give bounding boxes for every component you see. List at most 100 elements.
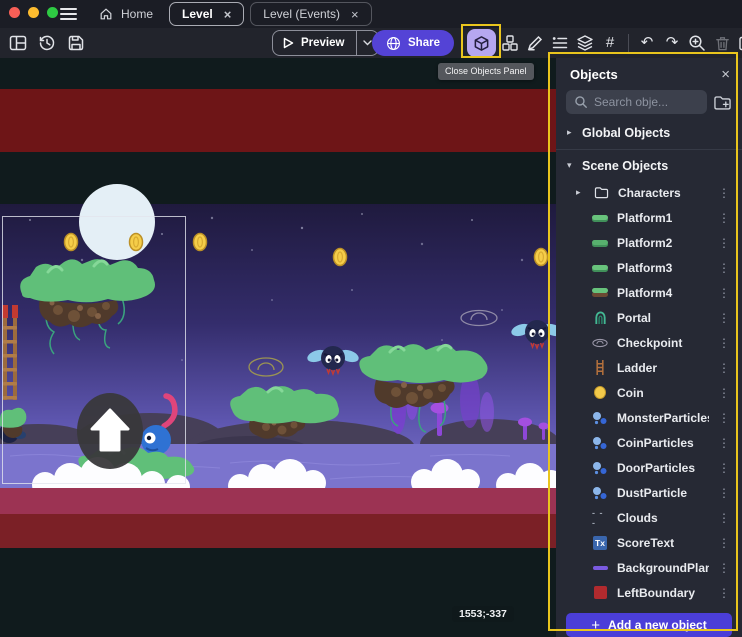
add-new-object-button[interactable]: + Add a new object [566, 613, 732, 637]
kebab-menu-icon[interactable]: ⋮ [718, 586, 730, 600]
preview-label: Preview [301, 37, 344, 49]
kebab-menu-icon[interactable]: ⋮ [718, 236, 730, 250]
object-row-coinparticles[interactable]: CoinParticles ⋮ [556, 430, 742, 455]
close-panel-icon[interactable]: × [721, 66, 730, 83]
coin-icon [592, 386, 608, 399]
object-row-platform2[interactable]: Platform2 ⋮ [556, 230, 742, 255]
group-global-objects[interactable]: ▸ Global Objects [556, 121, 742, 145]
object-row-clouds[interactable]: - - - Clouds ⋮ [556, 505, 742, 530]
checkpoint-icon [592, 338, 608, 348]
rose-boundary-band[interactable] [0, 488, 556, 514]
object-row-portal[interactable]: Portal ⋮ [556, 305, 742, 330]
save-icon[interactable] [66, 33, 86, 53]
kebab-menu-icon[interactable]: ⋮ [718, 261, 730, 275]
history-icon[interactable] [37, 33, 57, 53]
platform-thumbnail-icon [592, 265, 608, 270]
grid-icon[interactable]: # [600, 33, 620, 53]
share-button[interactable]: Share [372, 30, 454, 56]
kebab-menu-icon[interactable]: ⋮ [718, 186, 730, 200]
toolbar-left-icons [8, 33, 86, 53]
object-row-ladder[interactable]: Ladder ⋮ [556, 355, 742, 380]
monster-bat[interactable] [510, 320, 556, 348]
kebab-menu-icon[interactable]: ⋮ [718, 486, 730, 500]
kebab-menu-icon[interactable]: ⋮ [718, 361, 730, 375]
object-row-platform1[interactable]: Platform1 ⋮ [556, 205, 742, 230]
titlebar: Home Level × Level (Events) × [0, 0, 742, 28]
object-row-backgroundplants[interactable]: BackgroundPlants ⋮ [556, 555, 742, 580]
kebab-menu-icon[interactable]: ⋮ [718, 336, 730, 350]
object-row-doorparticles[interactable]: DoorParticles ⋮ [556, 455, 742, 480]
trash-icon[interactable] [712, 33, 732, 53]
tab-home[interactable]: Home [88, 2, 163, 26]
minimize-window-icon[interactable] [28, 7, 39, 18]
group-scene-objects[interactable]: ▾ Scene Objects [556, 154, 742, 178]
text-object-icon: Tx [592, 536, 608, 550]
object-row-scoretext[interactable]: Tx ScoreText ⋮ [556, 530, 742, 555]
kebab-menu-icon[interactable]: ⋮ [718, 461, 730, 475]
kebab-menu-icon[interactable]: ⋮ [718, 311, 730, 325]
tab-bar: Home Level × Level (Events) × [88, 2, 372, 26]
maximize-window-icon[interactable] [47, 7, 58, 18]
object-row-checkpoint[interactable]: Checkpoint ⋮ [556, 330, 742, 355]
object-row-coin[interactable]: Coin ⋮ [556, 380, 742, 405]
monster-bat[interactable] [306, 346, 360, 374]
redo-icon[interactable]: ↷ [662, 33, 682, 53]
bottom-boundary-red-band[interactable] [0, 514, 556, 548]
toolbar-right-icons: # ↶ ↷ [500, 33, 742, 53]
scene-editor-canvas[interactable]: 1553;-337 [0, 58, 556, 637]
close-tab-icon[interactable]: × [351, 7, 359, 22]
particles-icon [592, 460, 608, 476]
tab-level[interactable]: Level × [169, 2, 244, 26]
kebab-menu-icon[interactable]: ⋮ [718, 411, 730, 425]
platform-thumbnail-icon [592, 240, 608, 245]
object-row-dustparticle[interactable]: DustParticle ⋮ [556, 480, 742, 505]
objects-panel: Objects × ▸ Global Objects ▾ Scene Objec… [556, 58, 742, 637]
kebab-menu-icon[interactable]: ⋮ [718, 561, 730, 575]
toolbar: Preview Share # ↶ ↷ [0, 28, 742, 58]
objects-panel-toggle-button[interactable] [467, 29, 496, 57]
caret-collapsed-icon: ▸ [567, 127, 575, 138]
hamburger-menu-icon[interactable] [60, 8, 77, 20]
tab-level-events[interactable]: Level (Events) × [250, 2, 371, 26]
pencil-icon[interactable] [525, 33, 545, 53]
window-controls [9, 7, 58, 18]
object-row-monsterparticles[interactable]: MonsterParticles ⋮ [556, 405, 742, 430]
instances-icon[interactable] [500, 33, 520, 53]
ladder-icon [592, 360, 608, 375]
particles-icon [592, 435, 608, 451]
kebab-menu-icon[interactable]: ⋮ [718, 436, 730, 450]
undo-icon[interactable]: ↶ [637, 33, 657, 53]
kebab-menu-icon[interactable]: ⋮ [718, 286, 730, 300]
tab-label: Level (Events) [263, 7, 340, 21]
object-row-platform4[interactable]: Platform4 ⋮ [556, 280, 742, 305]
object-row-platform3[interactable]: Platform3 ⋮ [556, 255, 742, 280]
canvas-letterbox-bottom [0, 548, 556, 637]
caret-expanded-icon: ▾ [567, 160, 575, 171]
group-label: Global Objects [582, 126, 670, 140]
object-row-leftboundary[interactable]: LeftBoundary ⋮ [556, 580, 742, 605]
layers-icon[interactable] [575, 33, 595, 53]
globe-icon [386, 36, 401, 51]
close-tab-icon[interactable]: × [224, 7, 232, 22]
search-input[interactable] [594, 95, 684, 109]
checkpoint-outline-2[interactable] [249, 358, 283, 376]
zoom-in-icon[interactable] [687, 33, 707, 53]
object-row-characters[interactable]: ▸ Characters ⋮ [556, 180, 742, 205]
properties-icon[interactable] [550, 33, 570, 53]
panels-layout-icon[interactable] [8, 33, 28, 53]
kebab-menu-icon[interactable]: ⋮ [718, 211, 730, 225]
kebab-menu-icon[interactable]: ⋮ [718, 511, 730, 525]
kebab-menu-icon[interactable]: ⋮ [718, 536, 730, 550]
coin [194, 234, 207, 251]
scene-objects-list: ▸ Characters ⋮ Platform1 ⋮ Platform2 ⋮ P… [556, 180, 742, 605]
close-window-icon[interactable] [9, 7, 20, 18]
platform-thumbnail-icon [592, 215, 608, 220]
rename-scene-icon[interactable] [737, 33, 742, 53]
panel-divider [556, 149, 742, 150]
search-objects-field[interactable] [566, 90, 707, 114]
kebab-menu-icon[interactable]: ⋮ [718, 386, 730, 400]
preview-button[interactable]: Preview [272, 30, 379, 56]
add-folder-icon[interactable] [713, 94, 732, 111]
group-label: Scene Objects [582, 159, 668, 173]
checkpoint-outline[interactable] [461, 311, 497, 326]
